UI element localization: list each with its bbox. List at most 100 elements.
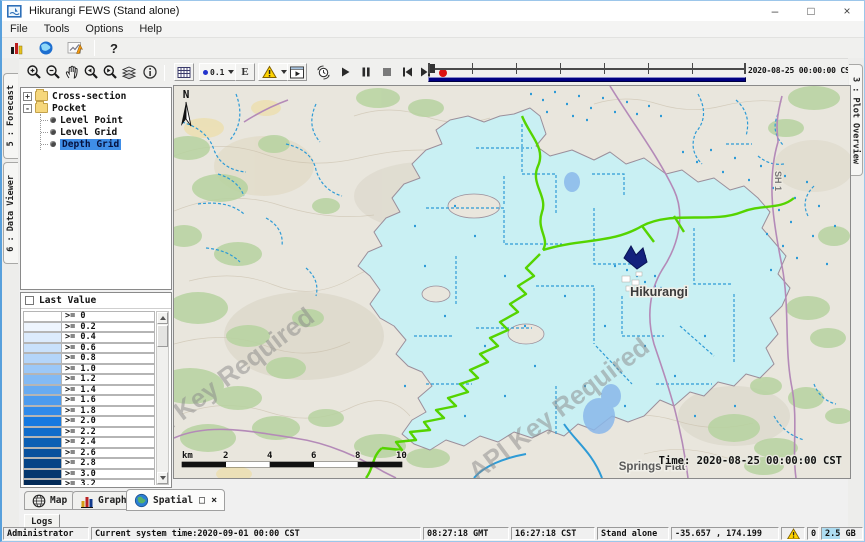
slider-tick [648, 63, 649, 74]
menu-options[interactable]: Options [77, 22, 131, 36]
color-swatch [23, 374, 61, 385]
warning-icon [787, 528, 800, 540]
expand-icon[interactable]: + [23, 92, 32, 101]
legend-scrollbar[interactable] [156, 311, 169, 485]
pause-button[interactable] [356, 63, 376, 81]
tree-item-pocket[interactable]: - Pocket [23, 102, 171, 114]
legend-row[interactable]: >= 3.0 [23, 469, 155, 480]
legend-row[interactable]: >= 1.2 [23, 374, 155, 385]
close-button[interactable]: × [830, 1, 864, 21]
status-gmt-time: 08:27:18 GMT [423, 527, 509, 540]
legend-row[interactable]: >= 1.6 [23, 395, 155, 406]
help-button[interactable]: ? [104, 39, 124, 57]
color-swatch [23, 343, 61, 354]
tree-item-cross-section[interactable]: + Cross-section [23, 90, 171, 102]
zoom-out-button[interactable] [43, 63, 63, 81]
collapse-icon[interactable]: - [23, 104, 32, 113]
animation-settings-button[interactable] [313, 63, 333, 81]
status-user: Administrator [3, 527, 89, 540]
legend-row[interactable]: >= 1.8 [23, 406, 155, 417]
movie-player-button[interactable] [287, 63, 307, 81]
legend-row[interactable]: >= 2.0 [23, 416, 155, 427]
legend-row[interactable]: >= 0 [23, 311, 155, 322]
tab-data-viewer[interactable]: 6 : Data Viewer [3, 162, 18, 264]
legend-row[interactable]: >= 3.2 [23, 479, 155, 485]
pan-button[interactable] [62, 63, 82, 81]
tree-item-label: Cross-section [52, 91, 126, 102]
legend-row[interactable]: >= 1.4 [23, 385, 155, 396]
folder-icon [35, 103, 48, 113]
graph-bars-icon [80, 494, 94, 508]
tab-forecast[interactable]: 5 : Forecast [3, 73, 18, 159]
legend-row[interactable]: >= 2.2 [23, 427, 155, 438]
legend-row[interactable]: >= 2.6 [23, 448, 155, 459]
slider-track[interactable] [430, 68, 744, 70]
database-viewer-button[interactable] [7, 39, 27, 57]
warning-icon [262, 65, 277, 79]
menu-tools[interactable]: Tools [36, 22, 78, 36]
scroll-down-icon [160, 476, 166, 480]
legend-row[interactable]: >= 0.2 [23, 322, 155, 333]
scroll-down-button[interactable] [157, 472, 168, 484]
scroll-thumb[interactable] [157, 325, 168, 347]
zoom-next-button[interactable] [100, 63, 120, 81]
scroll-up-button[interactable] [157, 312, 168, 324]
color-swatch [23, 395, 61, 406]
zoom-in-button[interactable] [24, 63, 44, 81]
stop-icon [380, 65, 394, 79]
info-button[interactable] [140, 63, 160, 81]
layers-button[interactable] [119, 63, 139, 81]
color-swatch [23, 479, 61, 485]
legend-label: >= 3.0 [61, 469, 155, 480]
slider-tick [560, 63, 561, 74]
map-viewport[interactable]: API Key Required API Key Required N km 2… [173, 85, 851, 479]
timeline-slider[interactable] [428, 61, 746, 83]
zoom-previous-button[interactable] [81, 63, 101, 81]
tab-map[interactable]: Map [24, 491, 75, 510]
elevation-button[interactable]: E [235, 63, 255, 81]
legend-row[interactable]: >= 1.0 [23, 364, 155, 375]
bar-chart-icon [9, 40, 25, 56]
node-bullet-icon [50, 141, 56, 147]
legend-label: >= 0.2 [61, 322, 155, 333]
scale-tick-label: 6 [311, 451, 316, 461]
tab-close-icon[interactable]: × [211, 495, 217, 506]
tab-graph-label: Graph [98, 495, 127, 506]
chart-display-button[interactable] [65, 39, 85, 57]
tree-item-level-grid[interactable]: Level Grid [41, 126, 171, 138]
status-mode: Stand alone [597, 527, 669, 540]
play-button[interactable] [335, 63, 355, 81]
tree-connector [41, 144, 48, 145]
stop-button[interactable] [377, 63, 397, 81]
node-bullet-icon [50, 129, 56, 135]
legend-row[interactable]: >= 2.4 [23, 437, 155, 448]
tree-item-label: Level Grid [60, 127, 117, 138]
legend-row[interactable]: >= 2.8 [23, 458, 155, 469]
legend-row[interactable]: >= 0.8 [23, 353, 155, 364]
tab-restore-icon[interactable]: □ [199, 495, 205, 506]
slider-handle[interactable] [430, 64, 435, 73]
map-display-button[interactable] [36, 39, 56, 57]
tab-plot-overview[interactable]: 3 : Plot Overview [849, 64, 863, 176]
threshold-dropdown[interactable]: 0.1 [199, 63, 238, 81]
menu-file[interactable]: File [2, 22, 36, 36]
menu-bar: File Tools Options Help [2, 21, 864, 38]
legend-row[interactable]: >= 0.4 [23, 332, 155, 343]
tab-spatial[interactable]: Spatial □ × [126, 489, 225, 511]
tree-item-depth-grid[interactable]: Depth Grid [41, 138, 171, 150]
grid-display-button[interactable] [174, 63, 194, 81]
scale-tick-label: 2 [223, 451, 228, 461]
status-network-speed: 0.0 MB/s [807, 527, 819, 540]
last-value-checkbox[interactable] [25, 296, 34, 305]
color-swatch [23, 406, 61, 417]
skip-to-start-button[interactable] [397, 63, 417, 81]
minimize-button[interactable]: – [758, 1, 792, 21]
tree-item-label-selected: Depth Grid [60, 139, 121, 150]
legend-row[interactable]: >= 0.6 [23, 343, 155, 354]
menu-help[interactable]: Help [131, 22, 170, 36]
legend-label: >= 0.4 [61, 332, 155, 343]
tree-item-level-point[interactable]: Level Point [41, 114, 171, 126]
scale-unit: km [182, 451, 193, 461]
maximize-button[interactable]: □ [794, 1, 828, 21]
legend-label: >= 2.8 [61, 458, 155, 469]
